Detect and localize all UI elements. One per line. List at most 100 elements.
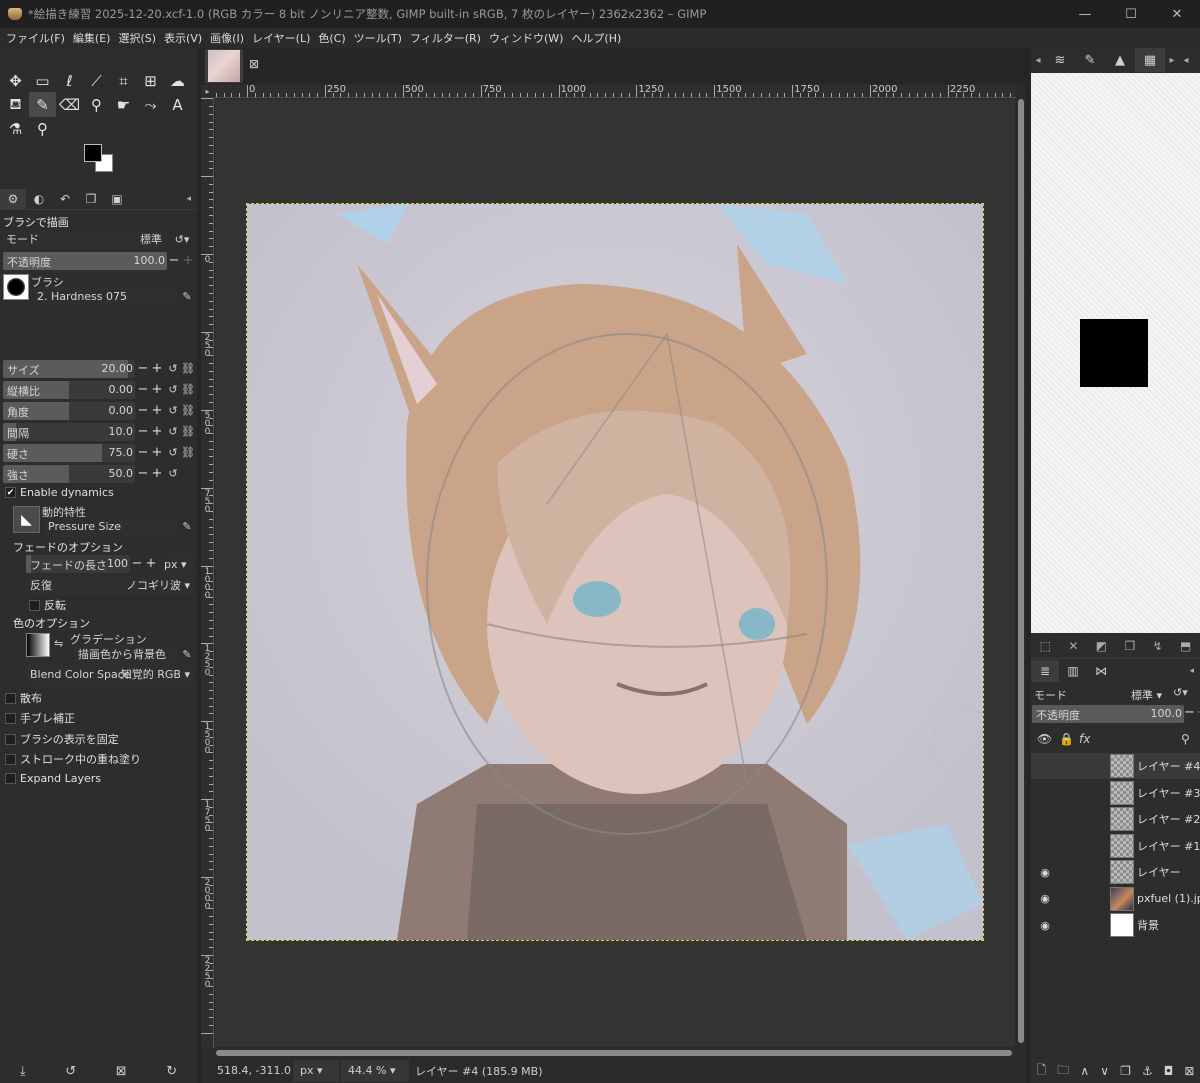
edit-gradient-icon[interactable]: ✎ <box>180 646 194 664</box>
force-reset-icon[interactable]: ↺ <box>166 465 180 483</box>
spacing-dynamics-link-icon[interactable]: ⛓ <box>181 423 195 441</box>
reverse-gradient-icon[interactable]: ⇋ <box>54 637 63 650</box>
layer-row[interactable]: ◉ レイヤー <box>1031 859 1200 885</box>
layer-opacity-slider[interactable]: 不透明度 100.0 <box>1032 705 1184 723</box>
size-reset-icon[interactable]: ↺ <box>166 360 180 378</box>
gradient-value-field[interactable]: 描画色から背景色 (R <box>74 645 178 681</box>
zoom-icon[interactable]: ⚲ <box>29 116 56 141</box>
eraser-icon[interactable]: ⌫ <box>56 92 83 117</box>
fade-minus-button[interactable]: − <box>130 555 144 573</box>
clone-icon[interactable]: ⚲ <box>83 92 110 117</box>
expand-layers-checkbox[interactable]: Expand Layers <box>5 772 101 785</box>
lower-layer-icon[interactable]: ∨ <box>1100 1064 1109 1078</box>
reverse-checkbox[interactable]: 反転 <box>29 597 66 613</box>
brush-preview-button[interactable] <box>3 274 29 300</box>
menu-colors[interactable]: 色(C) <box>314 30 349 46</box>
size-minus-button[interactable]: − <box>136 360 150 378</box>
device-status-tab-icon[interactable]: ◐ <box>26 189 52 209</box>
restore-preset-icon[interactable]: ↺ <box>65 1064 76 1079</box>
menu-select[interactable]: 選択(S) <box>114 30 160 46</box>
vertical-ruler[interactable]: 0 250 500 750 1000 1250 1500 1750 2000 2250 <box>201 98 214 1048</box>
fg-bg-color-selector[interactable] <box>84 144 116 176</box>
size-dynamics-link-icon[interactable]: ⛓ <box>181 360 195 378</box>
hardness-slider[interactable]: 硬さ 75.0 <box>3 444 135 462</box>
save-preset-icon[interactable]: ⤓ <box>20 1064 26 1079</box>
dock-menu-icon[interactable]: ◂ <box>186 194 191 204</box>
images-tab-icon[interactable]: ❐ <box>78 189 104 209</box>
new-layer-group-icon[interactable]: 🗀 <box>1057 1061 1069 1082</box>
paths-tab-icon[interactable]: ⋈ <box>1087 660 1115 682</box>
force-minus-button[interactable]: − <box>136 465 150 483</box>
opacity-plus-button[interactable]: + <box>181 252 195 270</box>
quick-mask-toggle-icon[interactable]: ▸ <box>201 85 214 98</box>
channels-tab-icon[interactable]: ▥ <box>1059 660 1087 682</box>
pattern-view-icon[interactable]: ⬚ <box>1040 639 1051 653</box>
delete-layer-icon[interactable]: ⊠ <box>1184 1064 1194 1078</box>
close-button[interactable]: ✕ <box>1154 0 1200 28</box>
color-picker-icon[interactable]: ⚗ <box>2 116 29 141</box>
fuzzy-select-icon[interactable]: ⟋ <box>83 68 110 93</box>
undo-history-tab-icon[interactable]: ↶ <box>52 189 78 209</box>
spacing-reset-icon[interactable]: ↺ <box>166 423 180 441</box>
layer-mode-select[interactable]: モード 標準 ▾ ↺▾ <box>1031 684 1200 704</box>
mode-reset-icon[interactable]: ↺▾ <box>170 231 194 249</box>
duplicate-layer-icon[interactable]: ❐ <box>1120 1064 1131 1078</box>
layer-row[interactable]: ◉ 背景 <box>1031 912 1200 938</box>
dashboard-tab-icon[interactable]: ▣ <box>104 189 130 209</box>
reset-options-icon[interactable]: ↻ <box>166 1064 177 1079</box>
blend-color-space-select[interactable]: Blend Color Space 知覚的 RGB ▾ <box>26 665 194 685</box>
aspect-ratio-reset-icon[interactable]: ↺ <box>166 381 180 399</box>
delete-preset-icon[interactable]: ⊠ <box>116 1064 127 1079</box>
paintbrush-icon[interactable]: ✎ <box>29 92 56 117</box>
lock-column-icon[interactable]: 🔒 <box>1059 732 1074 746</box>
lock-brush-view-checkbox[interactable]: ブラシの表示を固定 <box>5 731 119 747</box>
brush-name-field[interactable]: 2. Hardness 075 <box>33 287 178 307</box>
layer-row[interactable]: レイヤー #4 <box>1031 753 1200 779</box>
pattern-duplicate-icon[interactable]: ❐ <box>1124 639 1135 653</box>
repeat-select[interactable]: 反復 ノコギリ波 ▾ <box>26 576 194 596</box>
enable-dynamics-checkbox[interactable]: ✔ Enable dynamics <box>5 486 114 499</box>
rect-select-icon[interactable]: ▭ <box>29 68 56 93</box>
unified-transform-icon[interactable]: ⊞ <box>137 68 164 93</box>
angle-reset-icon[interactable]: ↺ <box>166 402 180 420</box>
layer-row[interactable]: レイヤー #2 <box>1031 806 1200 832</box>
menu-help[interactable]: ヘルプ(H) <box>567 30 625 46</box>
angle-minus-button[interactable]: − <box>136 402 150 420</box>
move-icon[interactable]: ✥ <box>2 68 29 93</box>
opacity-slider[interactable]: 不透明度 100.0 <box>3 252 167 270</box>
layer-row[interactable]: レイヤー #1 <box>1031 833 1200 859</box>
layer-visibility-eye-icon[interactable]: ◉ <box>1037 919 1053 932</box>
layer-row[interactable]: レイヤー #3 <box>1031 780 1200 806</box>
canvas-area[interactable] <box>215 99 1015 1047</box>
tool-options-tab-icon[interactable]: ⚙ <box>0 188 26 209</box>
vertical-scrollbar[interactable] <box>1016 85 1026 1048</box>
spacing-slider[interactable]: 間隔 10.0 <box>3 423 135 441</box>
menu-layer[interactable]: レイヤー(L) <box>248 30 314 46</box>
spacing-minus-button[interactable]: − <box>136 423 150 441</box>
pattern-delete-icon[interactable]: ✕ <box>1068 639 1078 653</box>
foreground-color-swatch[interactable] <box>84 144 102 162</box>
text-icon[interactable]: A <box>164 92 191 117</box>
angle-plus-button[interactable]: + <box>150 402 164 420</box>
layer-row[interactable]: ◉ pxfuel (1).jpg <box>1031 886 1200 912</box>
fonts-tab-icon[interactable]: ▲ <box>1105 48 1135 72</box>
layer-opacity-minus-button[interactable]: − <box>1184 705 1195 720</box>
pattern-edit-icon[interactable]: ◩ <box>1096 639 1107 653</box>
smooth-stroke-checkbox[interactable]: 手ブレ補正 <box>5 710 75 726</box>
patterns-tab-icon[interactable]: ▦ <box>1135 48 1165 72</box>
smudge-icon[interactable]: ☛ <box>110 92 137 117</box>
horizontal-scrollbar[interactable] <box>214 1048 1016 1058</box>
paint-mode-select[interactable]: モード 標準 <box>2 230 166 250</box>
layer-visibility-eye-icon[interactable]: ◉ <box>1037 866 1053 879</box>
image-canvas[interactable] <box>246 203 984 941</box>
hardness-minus-button[interactable]: − <box>136 444 150 462</box>
aspect-ratio-slider[interactable]: 縦横比 0.00 <box>3 381 135 399</box>
dynamics-icon[interactable]: ◣ <box>13 506 40 533</box>
dynamics-value-field[interactable]: Pressure Size <box>44 517 178 537</box>
edit-dynamics-icon[interactable]: ✎ <box>180 518 194 536</box>
size-slider[interactable]: サイズ 20.00 <box>3 360 135 378</box>
pattern-preview-area[interactable] <box>1031 73 1200 633</box>
opacity-minus-button[interactable]: − <box>167 252 181 270</box>
force-slider[interactable]: 強さ 50.0 <box>3 465 135 483</box>
hardness-plus-button[interactable]: + <box>150 444 164 462</box>
